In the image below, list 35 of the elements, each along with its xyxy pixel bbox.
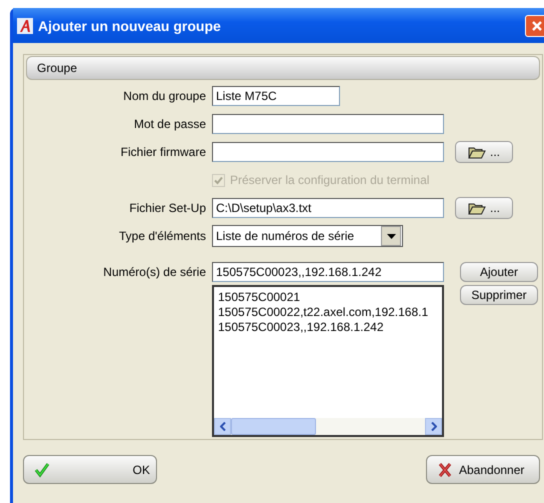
- cancel-button[interactable]: Abandonner: [426, 455, 540, 484]
- field-label: Nom du groupe: [122, 89, 206, 103]
- field-label: Mot de passe: [132, 117, 206, 131]
- horizontal-scrollbar[interactable]: [214, 418, 442, 435]
- section-header: Groupe: [26, 56, 540, 80]
- browse-button[interactable]: ...: [455, 141, 513, 163]
- browse-button[interactable]: ...: [455, 197, 513, 219]
- folder-icon: [468, 202, 486, 214]
- ok-button[interactable]: OK: [23, 455, 157, 484]
- element-type-dropdown[interactable]: Liste de numéros de série: [212, 225, 403, 247]
- window-title: Ajouter un nouveau groupe: [38, 18, 221, 34]
- close-icon: [531, 20, 543, 32]
- serial-list-item[interactable]: 150575C00021: [218, 290, 438, 305]
- serial-list-item[interactable]: 150575C00023,,192.168.1.242: [218, 320, 438, 335]
- scroll-right-icon: [430, 422, 436, 431]
- file-path-field[interactable]: [212, 142, 444, 162]
- checkmark-icon: [214, 176, 223, 184]
- remove-button[interactable]: Supprimer: [460, 285, 538, 305]
- field-label: Type d'éléments: [118, 229, 206, 243]
- text-field[interactable]: [212, 114, 444, 134]
- field-label: Numéro(s) de série: [102, 265, 206, 279]
- dropdown-arrow-icon: [386, 234, 396, 238]
- app-logo-icon: [17, 18, 33, 34]
- file-path-field[interactable]: C:\D\setup\ax3.txt: [212, 198, 444, 218]
- checkmark-icon: [34, 462, 50, 478]
- field-label: Fichier firmware: [120, 145, 206, 159]
- text-field[interactable]: Liste M75C: [212, 86, 340, 106]
- serial-number-field[interactable]: 150575C00023,,192.168.1.242: [212, 262, 444, 282]
- add-button[interactable]: Ajouter: [460, 262, 538, 282]
- cross-icon: [437, 462, 453, 478]
- serial-list-item[interactable]: 150575C00022,t22.axel.com,192.168.1: [218, 305, 438, 320]
- close-button[interactable]: [525, 14, 544, 36]
- field-label: Fichier Set-Up: [128, 201, 206, 215]
- scroll-left-icon: [220, 422, 226, 431]
- folder-icon: [468, 146, 486, 158]
